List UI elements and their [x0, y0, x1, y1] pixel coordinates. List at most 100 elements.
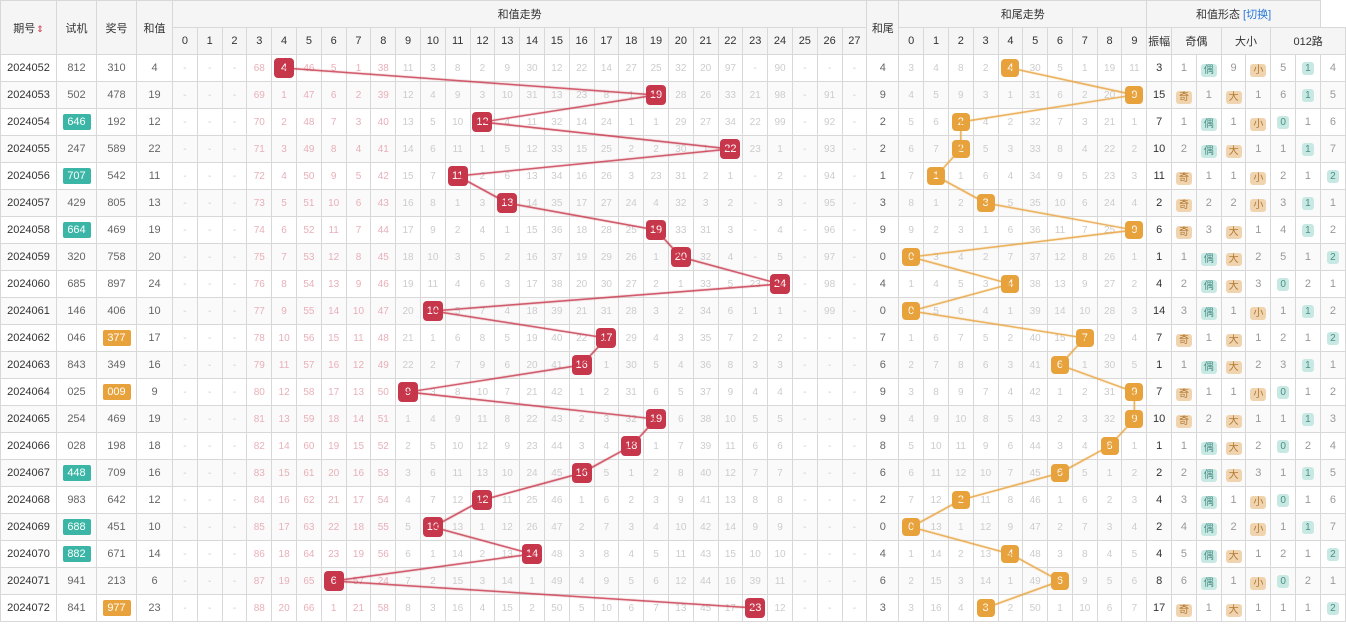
r012-num: 1: [1296, 325, 1321, 352]
jo-num: 1: [1172, 352, 1197, 379]
hz-col-12: 12: [470, 28, 495, 55]
r012-hit: 1: [1296, 136, 1321, 163]
cell-period: 2024064: [1, 379, 57, 406]
hw-miss: 4: [899, 82, 924, 109]
hw-miss: 4: [924, 55, 949, 82]
hz-miss: 29: [619, 325, 644, 352]
r012-num: 1: [1320, 271, 1345, 298]
hz-miss: 18: [272, 541, 297, 568]
hz-miss: 21: [520, 379, 545, 406]
cell-period: 2024055: [1, 136, 57, 163]
hz-blank: -: [842, 244, 867, 271]
hz-miss: 19: [272, 568, 297, 595]
cell-jh: 805: [97, 190, 137, 217]
hz-miss: 58: [296, 379, 321, 406]
hz-miss: 4: [495, 109, 520, 136]
dx-num: 1: [1221, 163, 1246, 190]
hz-blank: -: [817, 595, 842, 622]
hz-miss: 69: [247, 82, 272, 109]
jo-num: 1: [1172, 55, 1197, 82]
jo-num: 1: [1172, 433, 1197, 460]
hw-hit: 0: [899, 514, 924, 541]
jo-num: 2: [1172, 271, 1197, 298]
hz-miss: 50: [371, 379, 396, 406]
hz-blank: -: [842, 325, 867, 352]
hz-miss: 11: [321, 217, 346, 244]
hz-miss: 6: [619, 595, 644, 622]
hz-miss: 20: [569, 271, 594, 298]
hw-miss: 9: [924, 406, 949, 433]
hz-hit: 4: [272, 55, 297, 82]
cell-hw: 4: [867, 55, 899, 82]
cell-period: 2024054: [1, 109, 57, 136]
hz-hit: 12: [470, 109, 495, 136]
hz-miss: 12: [544, 55, 569, 82]
hz-miss: 1: [693, 136, 718, 163]
header-dx: 大小: [1221, 28, 1271, 55]
hz-miss: 16: [346, 460, 371, 487]
jo-even: 偶: [1196, 271, 1221, 298]
trend-table: 期号 试机 奖号 和值 和值走势 和尾 和尾走势 和值形态 [切换] 01234…: [0, 0, 1346, 622]
cell-hz: 16: [137, 352, 173, 379]
hz-miss: 1: [644, 433, 669, 460]
hw-miss: 34: [1023, 163, 1048, 190]
hz-miss: 59: [296, 406, 321, 433]
hz-blank: -: [842, 109, 867, 136]
hz-miss: 13: [668, 595, 693, 622]
table-row: 202406968845110---8517632218555101311226…: [1, 514, 1346, 541]
hw-miss: 4: [1072, 433, 1097, 460]
cell-hz: 6: [137, 568, 173, 595]
hz-miss: 4: [768, 217, 793, 244]
hw-miss: 33: [1023, 136, 1048, 163]
hz-col-3: 3: [247, 28, 272, 55]
hz-blank: -: [792, 379, 817, 406]
hw-miss: 1: [899, 325, 924, 352]
hz-hit: 9: [396, 379, 421, 406]
cell-sj: 448: [57, 460, 97, 487]
hz-col-5: 5: [296, 28, 321, 55]
cell-jh: 310: [97, 55, 137, 82]
hz-miss: 61: [296, 460, 321, 487]
hw-miss: 13: [924, 514, 949, 541]
hw-miss: 3: [948, 568, 973, 595]
hz-miss: 70: [247, 109, 272, 136]
cell-hw: 9: [867, 406, 899, 433]
cell-zf: 7: [1147, 325, 1172, 352]
dx-num: 3: [1246, 460, 1271, 487]
hz-miss: 1: [470, 514, 495, 541]
cell-zf: 2: [1147, 190, 1172, 217]
hz-miss: 15: [346, 433, 371, 460]
dx-num: 1: [1246, 217, 1271, 244]
hw-miss: 16: [924, 595, 949, 622]
hz-miss: 17: [346, 487, 371, 514]
r012-num: 1: [1296, 541, 1321, 568]
table-row: 202406744870916---8315612016533611131024…: [1, 460, 1346, 487]
hz-miss: 13: [495, 541, 520, 568]
cell-hw: 3: [867, 190, 899, 217]
hw-miss: 36: [1023, 217, 1048, 244]
hw-miss: 40: [1023, 325, 1048, 352]
hw-miss: 1: [1048, 595, 1073, 622]
cell-sj: 429: [57, 190, 97, 217]
hz-blank: -: [197, 433, 222, 460]
hw-miss: 5: [973, 325, 998, 352]
dx-num: 1: [1246, 541, 1271, 568]
hw-miss: 10: [1072, 595, 1097, 622]
hz-miss: 2: [420, 352, 445, 379]
jo-num: 1: [1196, 163, 1221, 190]
cell-jh: 213: [97, 568, 137, 595]
hw-miss: 19: [1097, 55, 1122, 82]
hz-col-26: 26: [817, 28, 842, 55]
hz-blank: -: [842, 460, 867, 487]
hz-blank: -: [173, 325, 198, 352]
switch-link[interactable]: [切换]: [1243, 9, 1271, 21]
hz-miss: 4: [768, 379, 793, 406]
hz-miss: 48: [296, 109, 321, 136]
hw-miss: 14: [973, 568, 998, 595]
dx-num: 1: [1246, 406, 1271, 433]
hz-miss: 10: [718, 406, 743, 433]
hz-miss: 23: [321, 541, 346, 568]
hz-miss: 22: [520, 406, 545, 433]
hz-miss: 55: [296, 298, 321, 325]
header-period[interactable]: 期号: [1, 1, 57, 55]
